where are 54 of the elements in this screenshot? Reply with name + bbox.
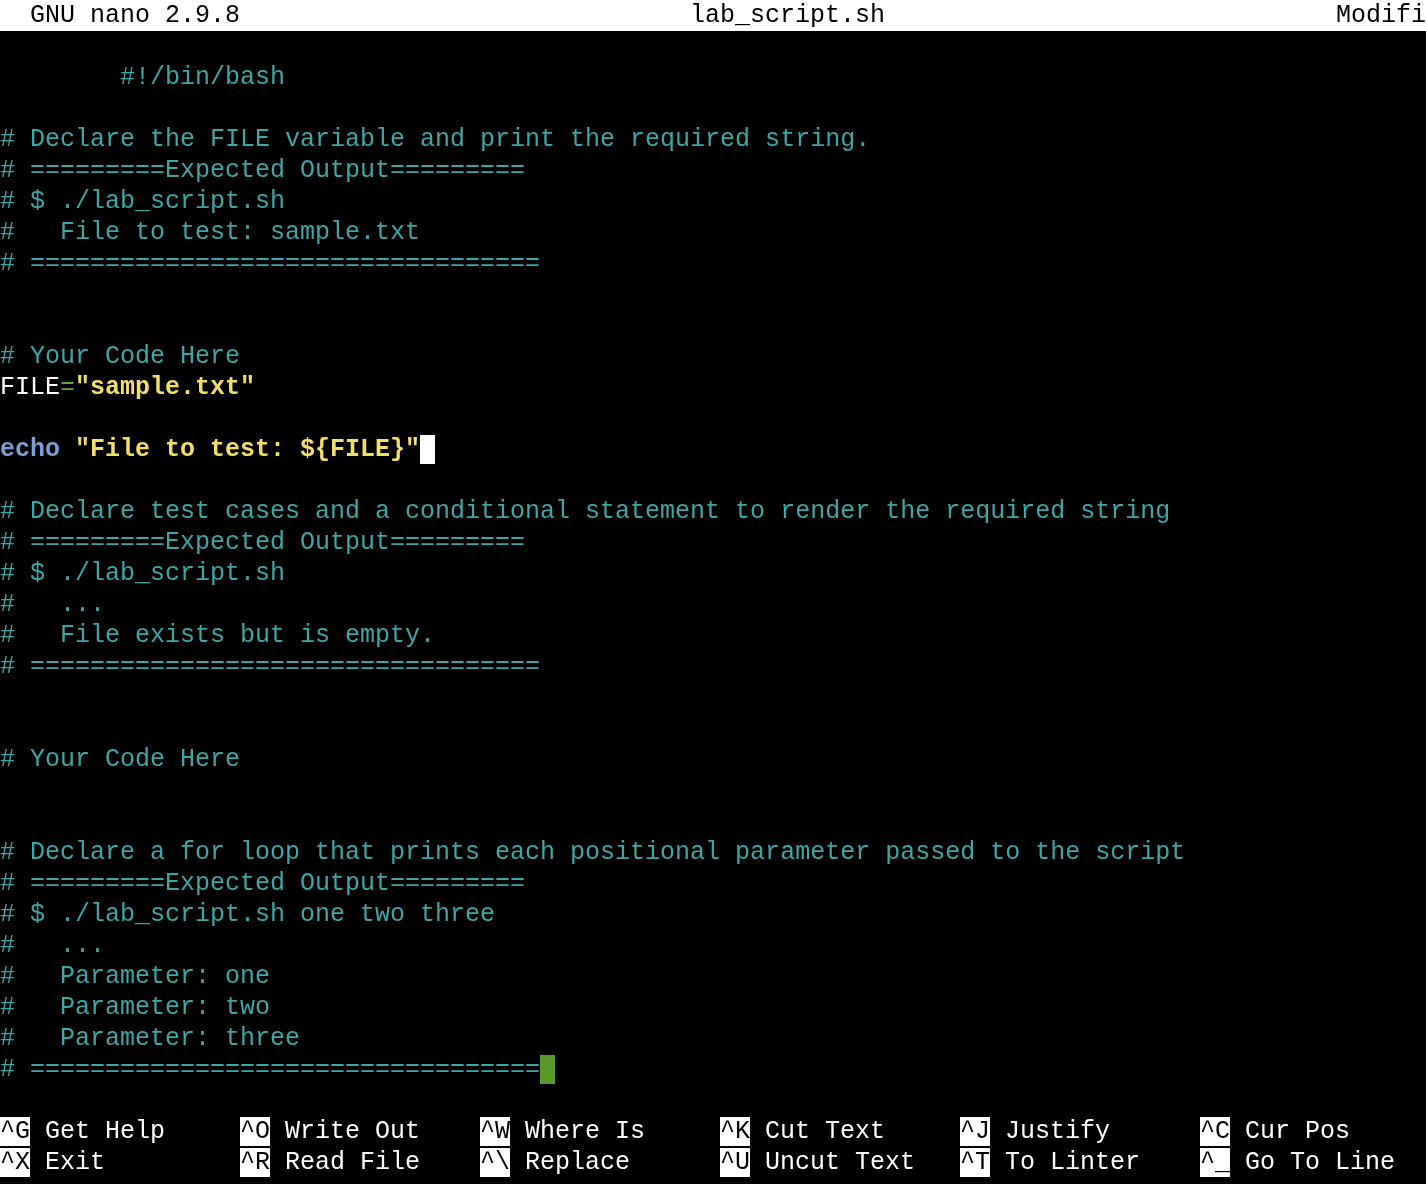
- code-comment: # ==================================: [0, 248, 541, 279]
- shortcut-key: ^U: [720, 1148, 750, 1177]
- shortcut-label: Uncut Text: [765, 1147, 916, 1178]
- shortcut-label: Write Out: [285, 1116, 421, 1147]
- shortcut-label: Exit: [45, 1147, 106, 1178]
- shortcut-key: ^J: [960, 1117, 990, 1146]
- shortcut-key: ^G: [0, 1117, 30, 1146]
- shortcut-key: ^K: [720, 1117, 750, 1146]
- code-operator: =: [60, 372, 76, 403]
- code-comment: # $ ./lab_script.sh one two three: [0, 899, 496, 930]
- shortcut-label: Get Help: [45, 1116, 166, 1147]
- shortcut-key: ^R: [240, 1148, 270, 1177]
- code-comment: # $ ./lab_script.sh: [0, 186, 286, 217]
- shortcut-key: ^C: [1200, 1117, 1230, 1146]
- code-keyword: echo: [0, 434, 60, 465]
- code-comment: # Your Code Here: [0, 341, 241, 372]
- shortcut-key: ^O: [240, 1117, 270, 1146]
- code-comment: # Your Code Here: [0, 744, 241, 775]
- code-comment: # Declare test cases and a conditional statement to render the required string: [0, 496, 1171, 527]
- code-comment: # $ ./lab_script.sh: [0, 558, 286, 589]
- shortcut-key: ^X: [0, 1148, 30, 1177]
- code-comment: # Parameter: one: [0, 961, 271, 992]
- code-string: "File to test: ${FILE}": [74, 434, 421, 465]
- file-name: lab_script.sh: [690, 0, 886, 31]
- code-comment: # Declare a for loop that prints each positional parameter passed to the script: [0, 837, 1186, 868]
- code-comment: # ...: [0, 589, 106, 620]
- shortcut-label: Justify: [1005, 1116, 1111, 1147]
- code-comment: # =========Expected Output=========: [0, 868, 526, 899]
- code-comment: # =========Expected Output=========: [0, 155, 526, 186]
- shortcut-label: Cur Pos: [1245, 1116, 1351, 1147]
- shortcut-label: Read File: [285, 1147, 421, 1178]
- code-text: FILE: [0, 372, 60, 403]
- shortcut-key: ^W: [480, 1117, 510, 1146]
- shortcut-label: Go To Line: [1245, 1147, 1396, 1178]
- app-version: GNU nano 2.9.8: [30, 0, 241, 31]
- code-comment: # File to test: sample.txt: [0, 217, 421, 248]
- code-comment: # File exists but is empty.: [0, 620, 436, 651]
- shortcut-label: Cut Text: [765, 1116, 886, 1147]
- code-comment: # ...: [0, 930, 106, 961]
- code-comment: # =========Expected Output=========: [0, 527, 526, 558]
- code-comment: # Parameter: two: [0, 992, 271, 1023]
- shortcut-label: To Linter: [1005, 1147, 1141, 1178]
- code-string: "sample.txt": [75, 372, 256, 403]
- shortcut-key: ^_: [1200, 1148, 1230, 1177]
- shortcut-key: ^\: [480, 1148, 510, 1177]
- code-comment: # ==================================: [0, 1054, 541, 1085]
- shortcut-key: ^T: [960, 1148, 990, 1177]
- code-comment: # Parameter: three: [0, 1023, 301, 1054]
- shortcut-label: Replace: [525, 1147, 631, 1178]
- code-comment: # Declare the FILE variable and print the required string.: [0, 124, 871, 155]
- code-comment: # ==================================: [0, 651, 541, 682]
- modified-status: Modifi: [1336, 0, 1426, 31]
- shortcut-label: Where Is: [525, 1116, 646, 1147]
- code-comment: #!/bin/bash: [119, 62, 286, 93]
